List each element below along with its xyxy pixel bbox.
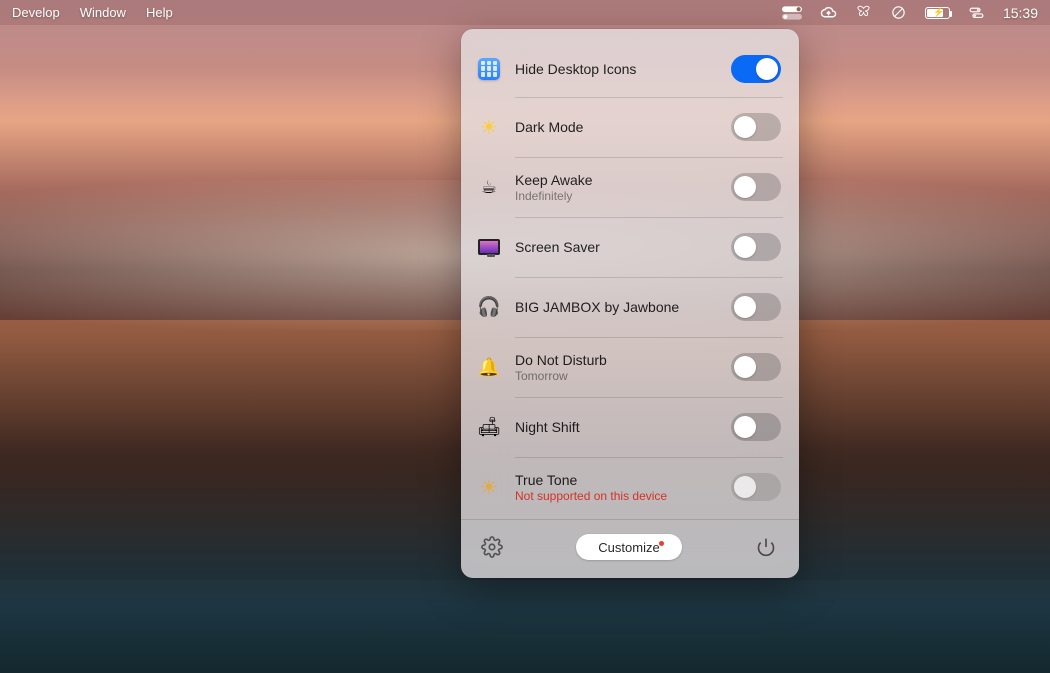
menu-window[interactable]: Window	[80, 5, 126, 20]
item-label-wrap: Do Not Disturb Tomorrow	[515, 352, 731, 383]
bell-icon: 🔔	[477, 355, 501, 379]
item-label-wrap: Hide Desktop Icons	[515, 61, 731, 77]
menubar-clock[interactable]: 15:39	[1003, 5, 1038, 21]
item-label: BIG JAMBOX by Jawbone	[515, 299, 731, 315]
item-screen-saver: Screen Saver	[461, 217, 799, 277]
toggle-true-tone	[731, 473, 781, 501]
menubar: Develop Window Help ⚡ 15:39	[0, 0, 1050, 25]
monitor-icon	[477, 235, 501, 259]
item-label: Keep Awake	[515, 172, 731, 188]
item-label: True Tone	[515, 472, 731, 488]
customize-label: Customize	[598, 540, 659, 555]
toggle-dark-mode[interactable]	[731, 113, 781, 141]
item-do-not-disturb: 🔔 Do Not Disturb Tomorrow	[461, 337, 799, 397]
item-label: Screen Saver	[515, 239, 731, 255]
battery-icon[interactable]: ⚡	[925, 7, 950, 19]
no-entry-icon[interactable]	[890, 4, 907, 21]
lamp-icon: 🛋︎	[477, 415, 501, 439]
item-label: Dark Mode	[515, 119, 731, 135]
butterfly-icon[interactable]	[855, 4, 872, 21]
cloud-icon[interactable]	[820, 4, 837, 21]
item-hide-desktop-icons: Hide Desktop Icons	[461, 37, 799, 97]
menubar-right: ⚡ 15:39	[782, 4, 1038, 21]
item-label-wrap: Keep Awake Indefinitely	[515, 172, 731, 203]
toggle-hide-desktop-icons[interactable]	[731, 55, 781, 83]
item-dark-mode: ☀︎ Dark Mode	[461, 97, 799, 157]
one-switch-panel: Hide Desktop Icons ☀︎ Dark Mode ☕︎ Keep …	[461, 29, 799, 578]
item-label: Hide Desktop Icons	[515, 61, 731, 77]
item-night-shift: 🛋︎ Night Shift	[461, 397, 799, 457]
item-label-wrap: Screen Saver	[515, 239, 731, 255]
sun-icon: ☀︎	[477, 115, 501, 139]
toggle-night-shift[interactable]	[731, 413, 781, 441]
power-button[interactable]	[755, 536, 777, 558]
true-tone-icon: ☀︎	[477, 475, 501, 499]
menu-help[interactable]: Help	[146, 5, 173, 20]
item-big-jambox: 🎧 BIG JAMBOX by Jawbone	[461, 277, 799, 337]
item-label-wrap: Dark Mode	[515, 119, 731, 135]
one-switch-menubar-icon[interactable]	[782, 6, 802, 20]
item-label-wrap: True Tone Not supported on this device	[515, 472, 731, 503]
coffee-cup-icon: ☕︎	[477, 175, 501, 199]
settings-button[interactable]	[481, 536, 503, 558]
item-sublabel: Indefinitely	[515, 189, 731, 203]
item-label: Do Not Disturb	[515, 352, 731, 368]
toggle-keep-awake[interactable]	[731, 173, 781, 201]
item-keep-awake: ☕︎ Keep Awake Indefinitely	[461, 157, 799, 217]
item-true-tone: ☀︎ True Tone Not supported on this devic…	[461, 457, 799, 517]
panel-bottom: Customize	[461, 519, 799, 564]
toggle-screen-saver[interactable]	[731, 233, 781, 261]
toggle-big-jambox[interactable]	[731, 293, 781, 321]
item-label: Night Shift	[515, 419, 731, 435]
menubar-left: Develop Window Help	[12, 5, 173, 20]
toggle-do-not-disturb[interactable]	[731, 353, 781, 381]
grid-icon	[477, 57, 501, 81]
headphones-icon: 🎧	[477, 295, 501, 319]
item-label-wrap: Night Shift	[515, 419, 731, 435]
item-sublabel: Tomorrow	[515, 369, 731, 383]
item-sublabel: Not supported on this device	[515, 489, 731, 503]
customize-button[interactable]: Customize	[576, 534, 681, 560]
item-label-wrap: BIG JAMBOX by Jawbone	[515, 299, 731, 315]
control-center-icon[interactable]	[968, 4, 985, 21]
menu-develop[interactable]: Develop	[12, 5, 60, 20]
